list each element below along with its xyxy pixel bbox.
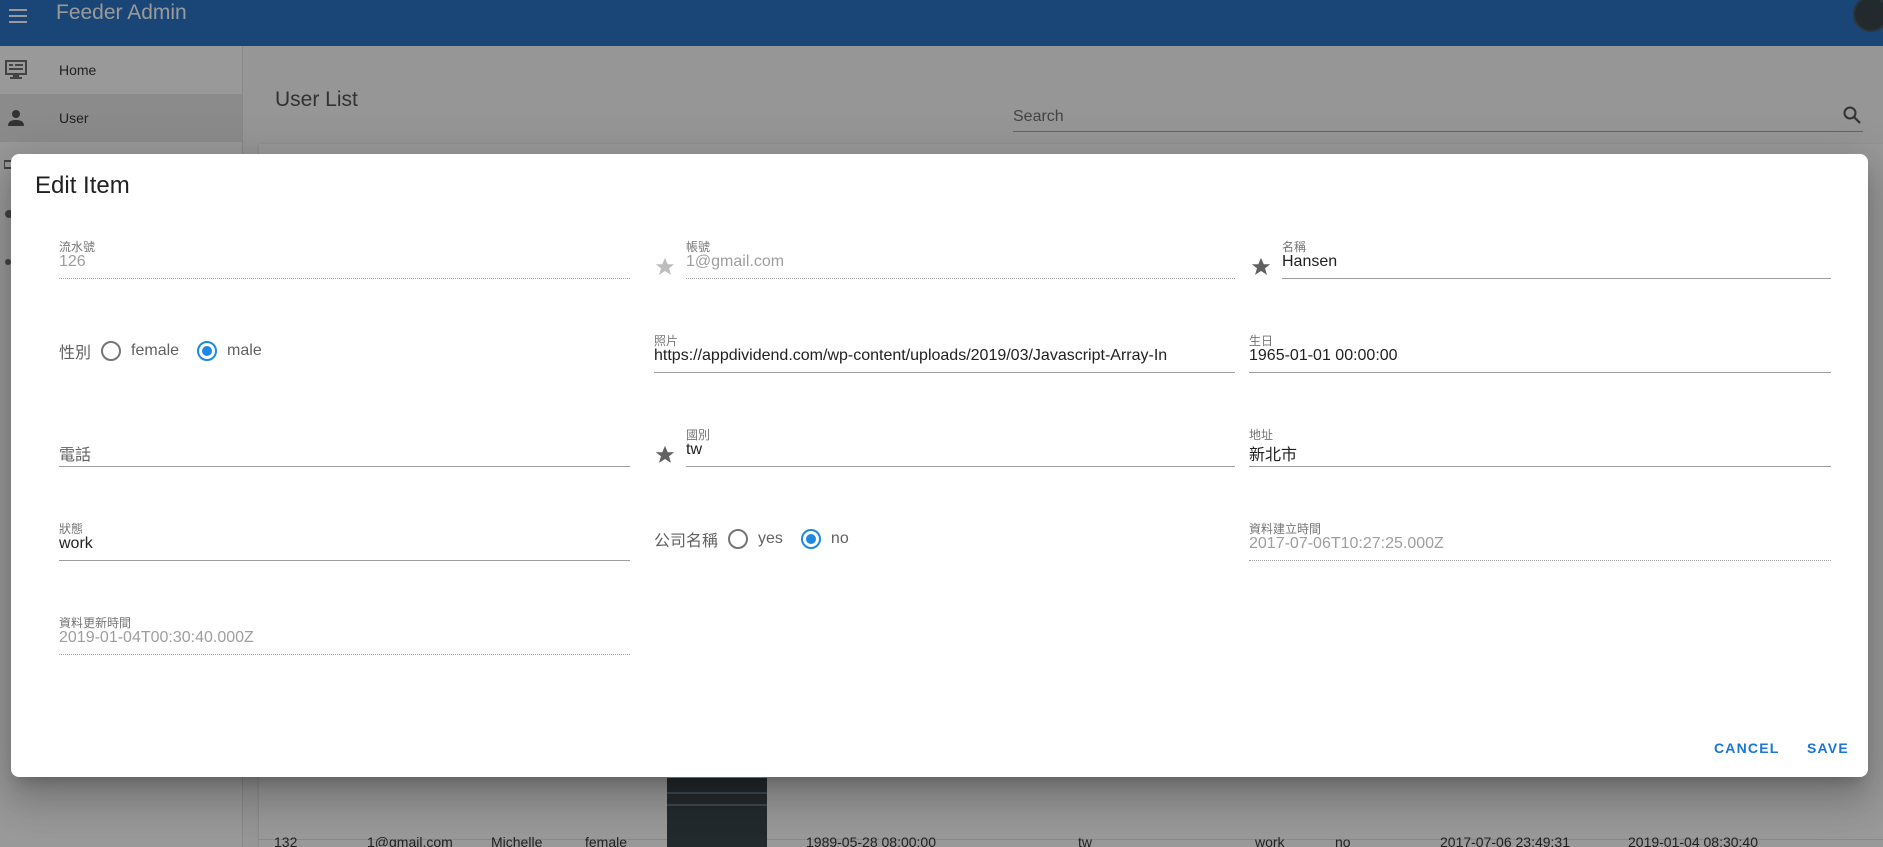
name-field[interactable]: 名稱 Hansen (1282, 238, 1831, 286)
radio-female[interactable] (101, 341, 122, 361)
address-input[interactable]: 新北市 (1249, 441, 1831, 465)
account-field: 帳號 1@gmail.com (686, 238, 1235, 286)
address-field[interactable]: 地址 新北市 (1249, 426, 1831, 474)
field-value: 1@gmail.com (686, 253, 785, 270)
country-field[interactable]: 國別 tw (686, 426, 1235, 474)
radio-male[interactable] (197, 341, 218, 361)
dialog-title: Edit Item (35, 172, 130, 199)
field-value: 2019-01-04T00:30:40.000Z (59, 629, 254, 646)
cancel-button[interactable]: CANCEL (1714, 740, 1780, 756)
phone-input[interactable]: 電話 (59, 441, 630, 465)
field-value: 126 (59, 253, 86, 270)
name-input[interactable]: Hansen (1282, 253, 1831, 271)
radio-no[interactable] (800, 529, 821, 549)
gender-label: 性別 (59, 345, 92, 362)
save-button[interactable]: SAVE (1807, 740, 1849, 756)
radio-label[interactable]: no (831, 530, 849, 548)
radio-yes[interactable] (728, 529, 749, 549)
radio-label[interactable]: male (227, 342, 262, 360)
status-field[interactable]: 狀態 work (59, 520, 630, 568)
field-value: 2017-07-06T10:27:25.000Z (1249, 535, 1444, 552)
birthday-field[interactable]: 生日 1965-01-01 00:00:00 (1249, 332, 1831, 380)
radio-label[interactable]: female (131, 342, 179, 360)
status-input[interactable]: work (59, 535, 630, 553)
phone-field[interactable]: 電話 (59, 426, 630, 474)
serial-field: 流水號 126 (59, 238, 630, 286)
radio-label[interactable]: yes (758, 530, 783, 548)
star-icon (654, 444, 676, 471)
star-icon (654, 256, 676, 283)
gender-radio-group: 性別 female male (59, 336, 280, 366)
photo-input[interactable]: https://appdividend.com/wp-content/uploa… (654, 347, 1235, 365)
updated-at-field: 資料更新時間 2019-01-04T00:30:40.000Z (59, 614, 630, 662)
photo-field[interactable]: 照片 https://appdividend.com/wp-content/up… (654, 332, 1235, 380)
birthday-input[interactable]: 1965-01-01 00:00:00 (1249, 347, 1831, 365)
edit-item-dialog: Edit Item 流水號 126 帳號 1@gmail.com 名稱 Hans… (11, 154, 1868, 777)
company-label: 公司名稱 (654, 533, 719, 550)
company-radio-group: 公司名稱 yes no (654, 524, 867, 554)
country-input[interactable]: tw (686, 441, 1235, 459)
created-at-field: 資料建立時間 2017-07-06T10:27:25.000Z (1249, 520, 1831, 568)
star-icon (1250, 256, 1272, 283)
